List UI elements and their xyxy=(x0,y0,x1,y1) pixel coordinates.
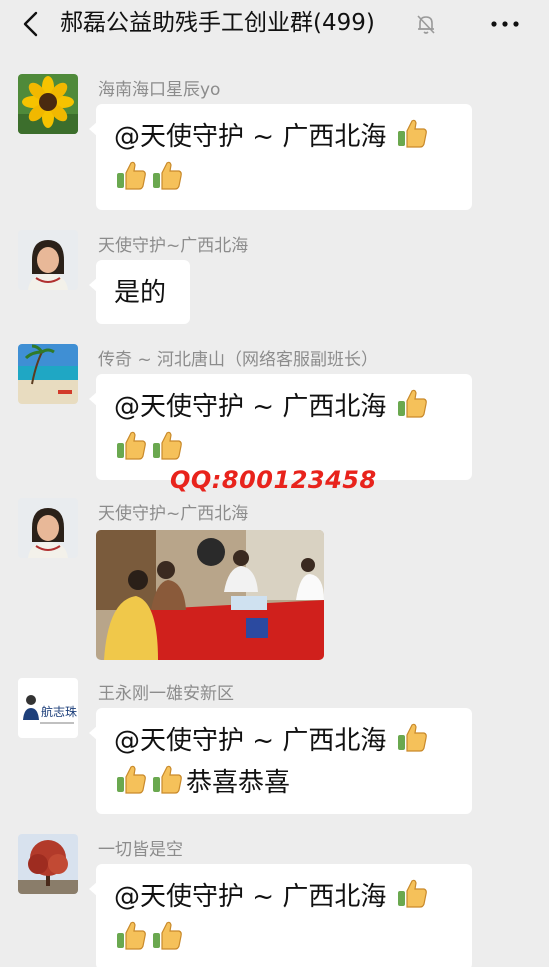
sender-name: 传奇 ~ 河北唐山（网络客服副班长） xyxy=(98,350,379,370)
message-bubble[interactable]: @天使守护 ~ 广西北海 xyxy=(89,864,472,967)
thumbs-up-emoji xyxy=(395,720,429,754)
message-text: @天使守护 ~ 广西北海 xyxy=(114,392,387,422)
avatar-logo-text: 航志珠 xyxy=(41,704,77,719)
message-text: @天使守护 ~ 广西北海 xyxy=(114,122,387,152)
sender-name: 一切皆是空 xyxy=(98,840,183,860)
message-text: 是的 xyxy=(114,278,167,308)
chat-header: 郝磊公益助残手工创业群(499) xyxy=(0,0,549,48)
avatar-woman[interactable] xyxy=(18,498,78,558)
thumbs-up-emoji xyxy=(395,386,429,420)
thumbs-up-emoji xyxy=(114,158,148,192)
message-text: @天使守护 ~ 广西北海 xyxy=(114,726,387,756)
message-text-suffix: 恭喜恭喜 xyxy=(186,768,291,798)
thumbs-up-emoji xyxy=(114,428,148,462)
message-bubble[interactable]: @天使守护 ~ 广西北海 xyxy=(89,374,472,480)
thumbs-up-emoji xyxy=(150,158,184,192)
avatar-tree[interactable] xyxy=(18,834,78,894)
more-icon[interactable] xyxy=(488,12,522,36)
avatar-beach[interactable] xyxy=(18,344,78,404)
sender-name: 王永刚一雄安新区 xyxy=(98,684,234,704)
back-arrow-icon[interactable] xyxy=(18,10,46,38)
avatar-sunflower[interactable] xyxy=(18,74,78,134)
mute-bell-icon xyxy=(414,12,438,36)
avatar-logo[interactable]: 航志珠 xyxy=(18,678,78,738)
chat-title: 郝磊公益助残手工创业群(499) xyxy=(60,10,375,36)
thumbs-up-emoji xyxy=(150,918,184,952)
message-text: @天使守护 ~ 广西北海 xyxy=(114,882,387,912)
qq-watermark: QQ:800123458 xyxy=(170,466,377,494)
thumbs-up-emoji xyxy=(114,762,148,796)
sender-name: 天使守护~广西北海 xyxy=(98,236,249,256)
thumbs-up-emoji xyxy=(395,876,429,910)
message-bubble[interactable]: @天使守护 ~ 广西北海 xyxy=(89,104,472,210)
shared-photo[interactable] xyxy=(96,530,324,660)
message-bubble[interactable]: @天使守护 ~ 广西北海 恭喜恭喜 xyxy=(89,708,472,814)
thumbs-up-emoji xyxy=(395,116,429,150)
thumbs-up-emoji xyxy=(150,428,184,462)
sender-name: 天使守护~广西北海 xyxy=(98,504,249,524)
sender-name: 海南海口星辰yo xyxy=(98,80,221,100)
thumbs-up-emoji xyxy=(114,918,148,952)
avatar-woman[interactable] xyxy=(18,230,78,290)
message-bubble[interactable]: 是的 xyxy=(89,260,190,324)
thumbs-up-emoji xyxy=(150,762,184,796)
